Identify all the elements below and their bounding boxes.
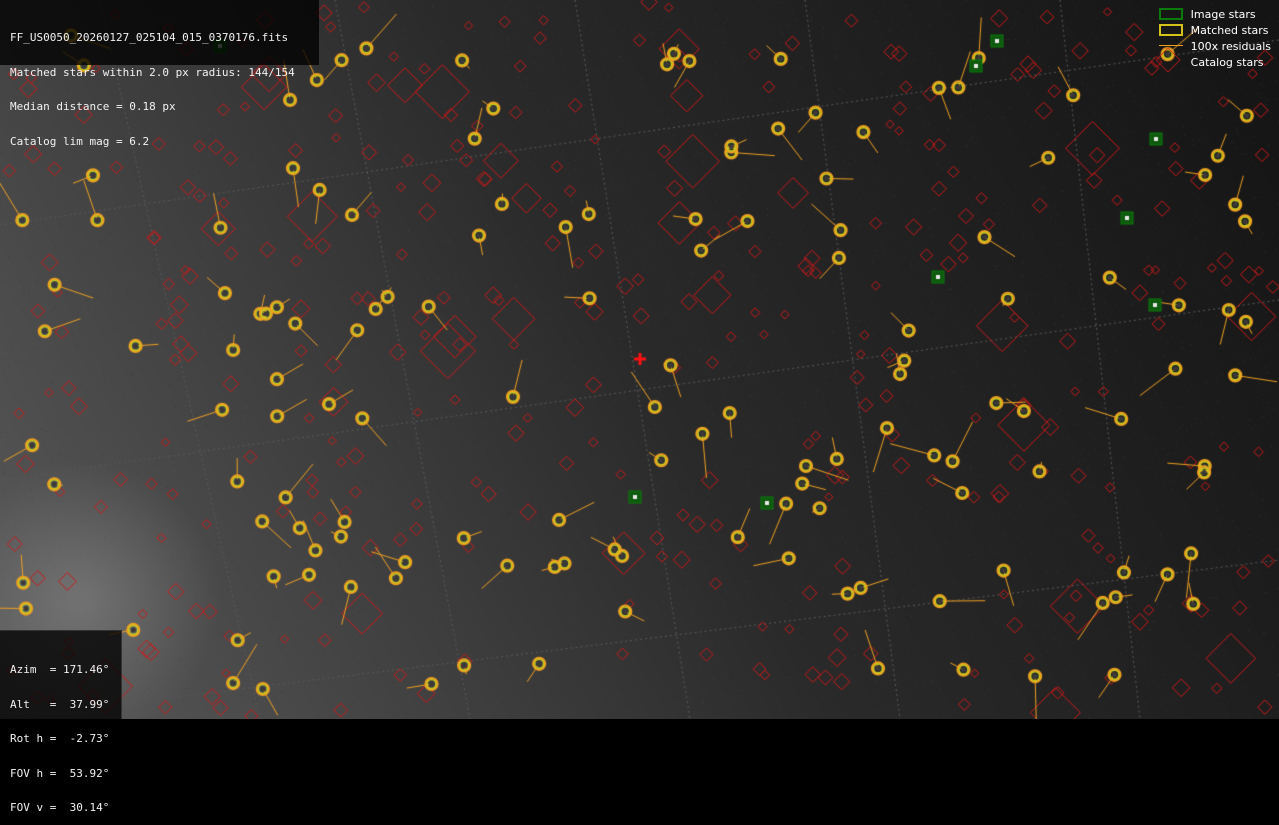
median-distance-text: Median distance = 0.18 px [10, 100, 176, 113]
pointing-info-panel: Azim = 171.46° Alt = 37.99° Rot h = -2.7… [0, 630, 122, 813]
catalog-limit-text: Catalog lim mag = 6.2 [10, 134, 150, 148]
legend: Image stars Matched stars 100x residuals… [1158, 6, 1271, 70]
legend-catalog-stars: Catalog stars [1159, 54, 1271, 70]
image-star-swatch-icon [1158, 8, 1183, 20]
filename-text: FF_US0050_20260127_025104_015_0370176.fi… [10, 31, 289, 44]
matched-stars-text: Matched stars within 2.0 px radius: 144/… [10, 65, 295, 79]
fov-h-text: FOV h = 53.92° [10, 766, 110, 780]
calibration-info-panel: FF_US0050_20260127_025104_015_0370176.fi… [0, 0, 319, 147]
residual-line-swatch-icon [1158, 40, 1183, 52]
rotation-text: Rot h = -2.73° [10, 732, 110, 745]
legend-image-stars: Image stars [1158, 6, 1271, 22]
fov-v-text: FOV v = 30.14° [10, 801, 110, 814]
matched-star-swatch-icon [1158, 24, 1183, 36]
legend-residuals: 100x residuals [1158, 38, 1271, 54]
azimuth-text: Azim = 171.46° [10, 663, 110, 676]
altitude-text: Alt = 37.99° [10, 697, 110, 711]
catalog-star-swatch-icon [1159, 56, 1183, 68]
legend-matched-stars: Matched stars [1158, 22, 1271, 38]
